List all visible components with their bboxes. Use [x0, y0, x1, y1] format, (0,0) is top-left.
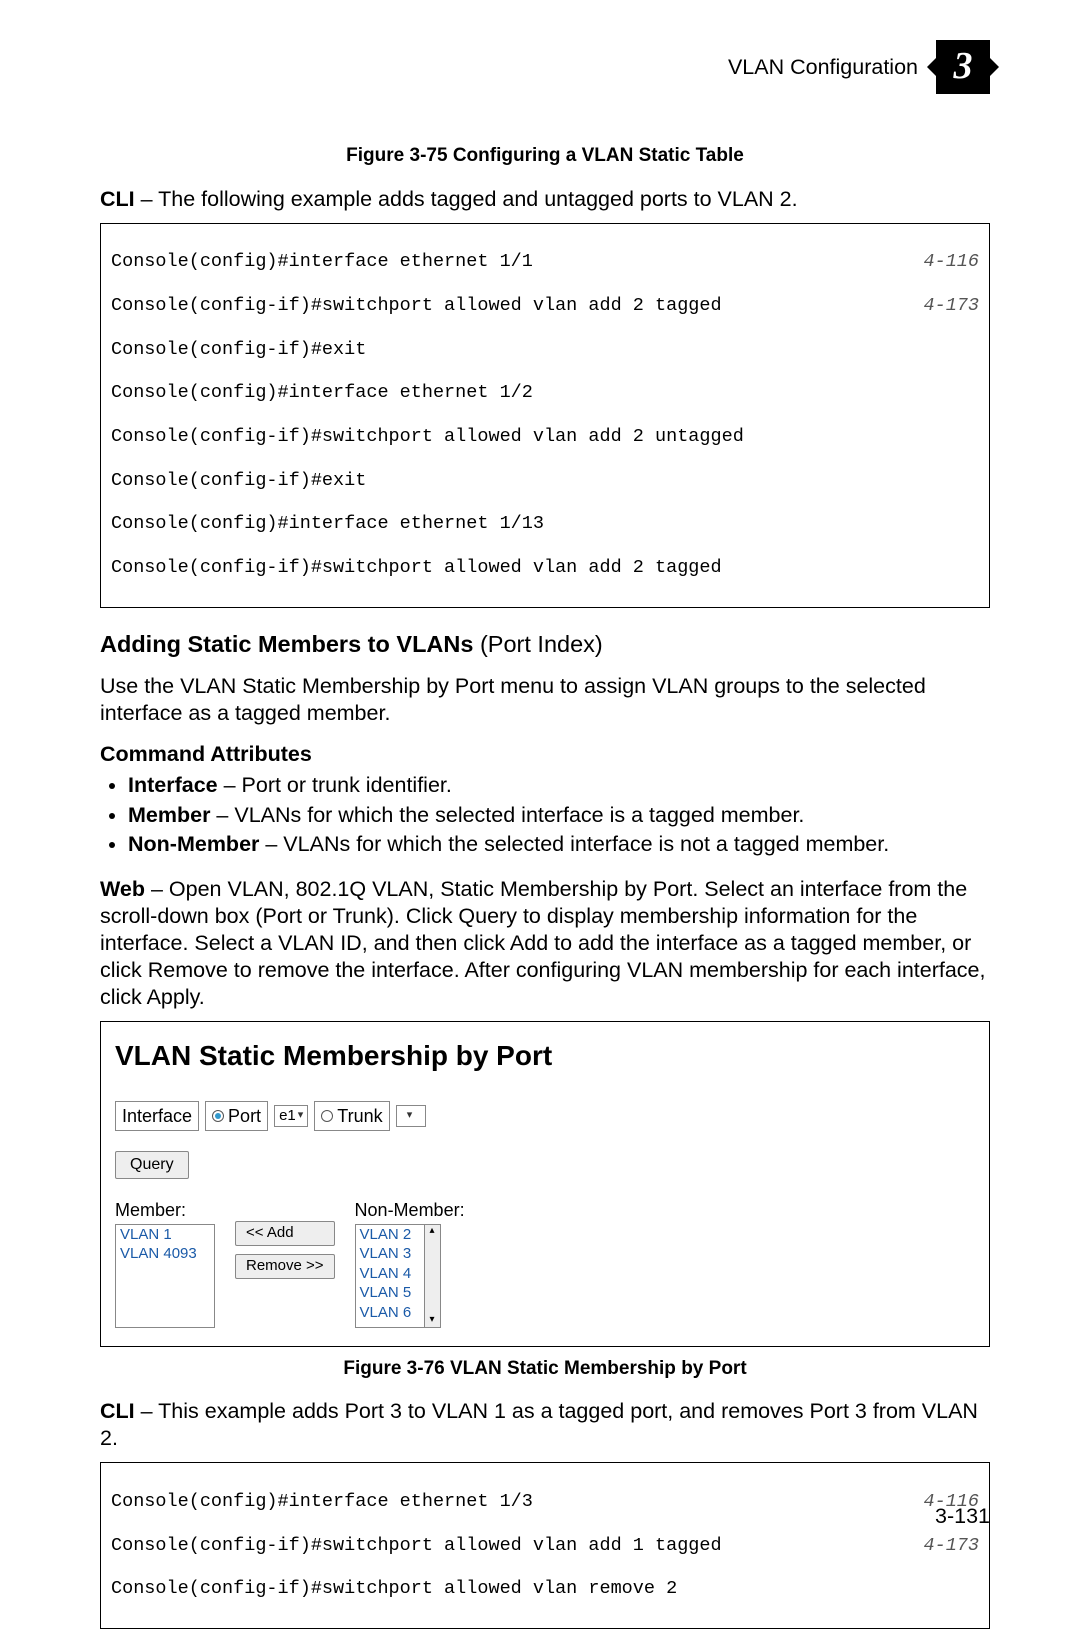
interface-label-cell: Interface [115, 1101, 199, 1132]
attr-nonmember: Non-Member – VLANs for which the selecte… [128, 831, 990, 858]
port-radio-cell[interactable]: Port [205, 1101, 268, 1132]
attr-interface: Interface – Port or trunk identifier. [128, 772, 990, 799]
chapter-number: 3 [954, 43, 973, 91]
nonmember-item[interactable]: VLAN 5 [356, 1283, 424, 1303]
remove-button[interactable]: Remove >> [235, 1254, 335, 1279]
cli2-l0: Console(config)#interface ethernet 1/3 [111, 1491, 903, 1513]
cli1-intro-bold: CLI [100, 187, 135, 211]
nonmember-item[interactable]: VLAN 6 [356, 1303, 424, 1323]
web-b: Web [100, 877, 145, 901]
interface-row: Interface Port e1 ▾ Trunk ▾ [115, 1101, 975, 1132]
page-header: VLAN Configuration 3 [100, 40, 990, 94]
attr-nonmember-r: – VLANs for which the selected interface… [259, 832, 889, 856]
trunk-radio-cell[interactable]: Trunk [314, 1101, 389, 1132]
cmd-attr-list: Interface – Port or trunk identifier. Me… [100, 772, 990, 859]
cli1-l1: Console(config-if)#switchport allowed vl… [111, 295, 903, 317]
cli1-l2: Console(config-if)#exit [111, 339, 979, 361]
chevron-down-icon: ▾ [407, 1109, 413, 1123]
trunk-radio-icon[interactable] [321, 1110, 333, 1122]
cli2-intro-bold: CLI [100, 1399, 135, 1423]
cli2-intro-rest: – This example adds Port 3 to VLAN 1 as … [100, 1399, 978, 1450]
cli2-l2: Console(config-if)#switchport allowed vl… [111, 1578, 979, 1600]
cli1-l7: Console(config-if)#switchport allowed vl… [111, 557, 979, 579]
webshot-title: VLAN Static Membership by Port [115, 1038, 975, 1073]
nonmember-scroll: VLAN 2 VLAN 3 VLAN 4 VLAN 5 VLAN 6 ▴ ▾ [355, 1224, 465, 1328]
cli1-l5: Console(config-if)#exit [111, 470, 979, 492]
trunk-select-value [401, 1107, 405, 1126]
nonmember-item[interactable]: VLAN 2 [356, 1225, 424, 1245]
member-column: Member: VLAN 1 VLAN 4093 [115, 1199, 215, 1328]
cli1-r1: 4-173 [903, 295, 979, 317]
nonmember-listbox[interactable]: VLAN 2 VLAN 3 VLAN 4 VLAN 5 VLAN 6 [355, 1224, 425, 1328]
cli1-code: Console(config)#interface ethernet 1/14-… [100, 223, 990, 608]
trunk-select[interactable]: ▾ [396, 1105, 426, 1128]
port-radio-label: Port [228, 1105, 261, 1128]
scroll-down-icon[interactable]: ▾ [430, 1314, 435, 1327]
trunk-radio-label: Trunk [337, 1105, 382, 1128]
cli1-l3: Console(config)#interface ethernet 1/2 [111, 382, 979, 404]
member-listbox[interactable]: VLAN 1 VLAN 4093 [115, 1224, 215, 1328]
nonmember-column: Non-Member: VLAN 2 VLAN 3 VLAN 4 VLAN 5 … [355, 1199, 465, 1328]
page-number: 3-131 [935, 1503, 990, 1530]
nonmember-label: Non-Member: [355, 1199, 465, 1222]
web-paragraph: Web – Open VLAN, 802.1Q VLAN, Static Mem… [100, 876, 990, 1010]
port-select-value: e1 [279, 1107, 296, 1126]
section-heading-light: (Port Index) [473, 631, 602, 657]
cli1-intro-rest: – The following example adds tagged and … [135, 187, 798, 211]
add-button[interactable]: << Add [235, 1221, 335, 1246]
port-select[interactable]: e1 ▾ [274, 1105, 308, 1128]
member-label: Member: [115, 1199, 215, 1222]
scroll-up-icon[interactable]: ▴ [430, 1225, 435, 1238]
cli2-intro: CLI – This example adds Port 3 to VLAN 1… [100, 1398, 990, 1452]
attr-member-b: Member [128, 803, 210, 827]
cli1-intro: CLI – The following example adds tagged … [100, 186, 990, 213]
attr-interface-b: Interface [128, 773, 218, 797]
cli1-r0: 4-116 [903, 251, 979, 273]
cli1-l4: Console(config-if)#switchport allowed vl… [111, 426, 979, 448]
interface-label: Interface [122, 1105, 192, 1128]
membership-lists: Member: VLAN 1 VLAN 4093 << Add Remove >… [115, 1199, 975, 1328]
web-r: – Open VLAN, 802.1Q VLAN, Static Members… [100, 877, 986, 1009]
cli2-r1: 4-173 [903, 1535, 979, 1557]
port-radio-icon[interactable] [212, 1110, 224, 1122]
member-item[interactable]: VLAN 4093 [116, 1244, 214, 1264]
attr-member: Member – VLANs for which the selected in… [128, 802, 990, 829]
cli1-l6: Console(config)#interface ethernet 1/13 [111, 513, 979, 535]
webshot-vlan-static-membership: VLAN Static Membership by Port Interface… [100, 1021, 990, 1347]
scrollbar[interactable]: ▴ ▾ [425, 1224, 441, 1328]
cli2-l1: Console(config-if)#switchport allowed vl… [111, 1535, 903, 1557]
attr-interface-r: – Port or trunk identifier. [218, 773, 452, 797]
cmd-attr-heading: Command Attributes [100, 741, 990, 768]
nonmember-item[interactable]: VLAN 3 [356, 1244, 424, 1264]
attr-member-r: – VLANs for which the selected interface… [210, 803, 804, 827]
cli2-code: Console(config)#interface ethernet 1/34-… [100, 1462, 990, 1629]
cli1-l0: Console(config)#interface ethernet 1/1 [111, 251, 903, 273]
attr-nonmember-b: Non-Member [128, 832, 259, 856]
transfer-buttons: << Add Remove >> [235, 1221, 335, 1279]
section-heading: Adding Static Members to VLANs (Port Ind… [100, 630, 990, 659]
header-title: VLAN Configuration [728, 54, 918, 81]
chapter-badge: 3 [936, 40, 990, 94]
member-item[interactable]: VLAN 1 [116, 1225, 214, 1245]
figure-76-caption: Figure 3-76 VLAN Static Membership by Po… [100, 1357, 990, 1381]
section-intro: Use the VLAN Static Membership by Port m… [100, 673, 990, 727]
section-heading-bold: Adding Static Members to VLANs [100, 631, 473, 657]
chevron-down-icon: ▾ [298, 1109, 304, 1123]
figure-75-caption: Figure 3-75 Configuring a VLAN Static Ta… [100, 144, 990, 168]
query-button[interactable]: Query [115, 1151, 189, 1179]
nonmember-item[interactable]: VLAN 4 [356, 1264, 424, 1284]
